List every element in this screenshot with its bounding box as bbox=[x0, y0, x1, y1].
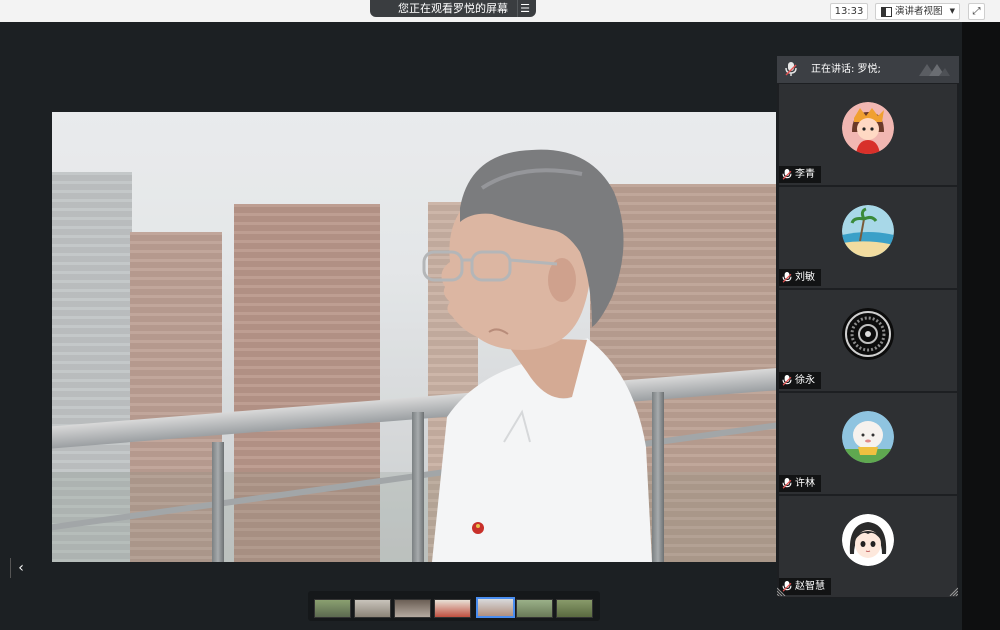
cartoon-girl-avatar bbox=[842, 102, 894, 154]
layout-icon bbox=[881, 7, 892, 17]
mic-muted-icon bbox=[782, 478, 792, 489]
window-edge bbox=[962, 22, 1000, 630]
mic-muted-icon bbox=[782, 169, 792, 180]
beach-avatar bbox=[842, 205, 894, 257]
participant-panel: 正在讲话: 罗悦; 李青 刘敏 徐永 许林 赵智慧 bbox=[777, 56, 959, 598]
circular-pattern-avatar bbox=[842, 308, 894, 360]
participant-name-tag: 李青 bbox=[779, 166, 821, 183]
speaker-view-label: 演讲者视图 bbox=[895, 6, 943, 17]
participant-name-tag: 徐永 bbox=[779, 372, 821, 389]
participant-tile[interactable]: 赵智慧 bbox=[779, 496, 957, 597]
resize-handle-icon[interactable] bbox=[777, 586, 787, 596]
elderly-woman-figure bbox=[422, 149, 652, 562]
thumbnail[interactable] bbox=[354, 599, 391, 618]
mic-muted-icon bbox=[782, 272, 792, 283]
thumbnail[interactable] bbox=[434, 599, 471, 618]
participant-name: 徐永 bbox=[795, 375, 815, 386]
menu-icon[interactable]: ☰ bbox=[517, 0, 532, 17]
chevron-left-icon: ‹ bbox=[18, 560, 24, 576]
resize-handle-icon[interactable] bbox=[948, 586, 958, 596]
mic-icon bbox=[785, 62, 797, 76]
thumbnail[interactable] bbox=[314, 599, 351, 618]
thumbnail[interactable] bbox=[516, 599, 553, 618]
previous-page-button[interactable]: ‹ bbox=[10, 558, 31, 578]
participant-name: 许林 bbox=[795, 478, 815, 489]
thumbnail[interactable] bbox=[556, 599, 593, 618]
chevron-down-icon: ▼ bbox=[949, 7, 955, 15]
thumbnail-active[interactable] bbox=[476, 597, 515, 618]
thumbnail-strip bbox=[308, 591, 600, 621]
participant-tile[interactable]: 徐永 bbox=[779, 290, 957, 391]
app-logo-icon bbox=[919, 64, 950, 76]
participant-name-tag: 许林 bbox=[779, 475, 821, 492]
now-speaking-header: 正在讲话: 罗悦; bbox=[777, 56, 959, 83]
mascot-avatar bbox=[842, 411, 894, 463]
speaker-view-button[interactable]: 演讲者视图 ▼ bbox=[875, 3, 960, 20]
fullscreen-icon[interactable]: ⤢ bbox=[968, 3, 985, 20]
clock: 13:33 bbox=[830, 3, 868, 20]
participant-name: 刘敏 bbox=[795, 272, 815, 283]
participant-tile[interactable]: 许林 bbox=[779, 393, 957, 494]
anime-girl-avatar bbox=[842, 514, 894, 566]
participant-name: 赵智慧 bbox=[795, 581, 825, 592]
participant-tile[interactable]: 李青 bbox=[779, 84, 957, 185]
share-banner[interactable]: 您正在观看罗悦的屏幕 ☰ bbox=[370, 0, 536, 17]
participant-name-tag: 刘敏 bbox=[779, 269, 821, 286]
shared-photo bbox=[52, 112, 776, 562]
mic-muted-icon bbox=[782, 375, 792, 386]
share-banner-text: 您正在观看罗悦的屏幕 bbox=[398, 2, 508, 15]
participant-name: 李青 bbox=[795, 169, 815, 180]
thumbnail[interactable] bbox=[394, 599, 431, 618]
participant-tile[interactable]: 刘敏 bbox=[779, 187, 957, 288]
now-speaking-label: 正在讲话: 罗悦; bbox=[811, 64, 881, 75]
